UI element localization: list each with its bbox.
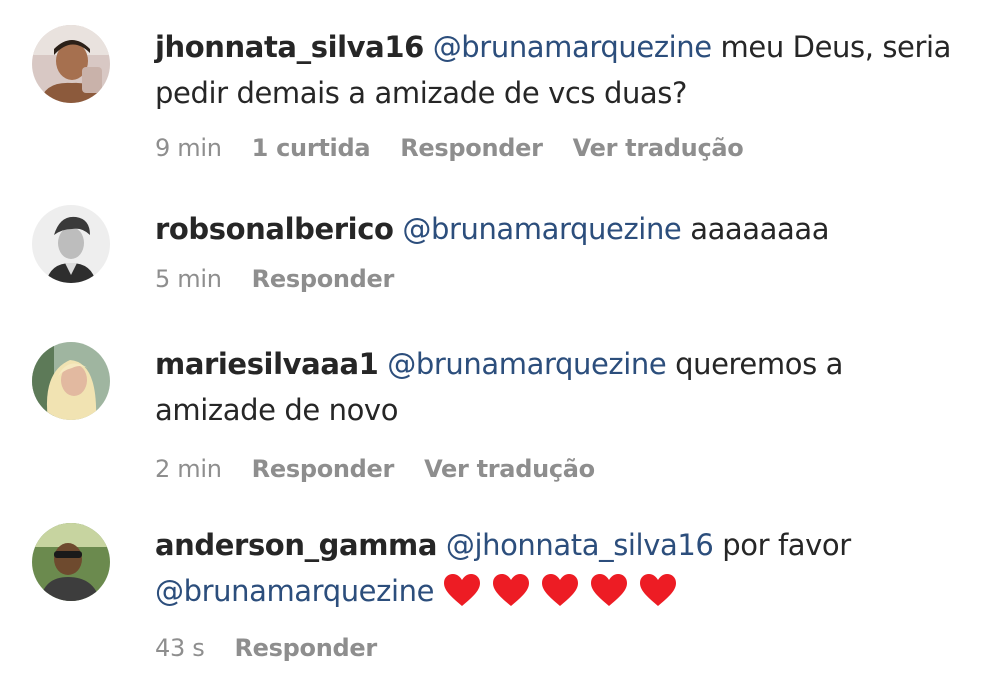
heart-icon xyxy=(493,574,530,607)
mention-link[interactable]: @jhonnata_silva16 xyxy=(446,528,714,562)
comment-username[interactable]: jhonnata_silva16 xyxy=(155,30,424,64)
mention-link[interactable]: @brunamarquezine xyxy=(402,212,681,246)
heart-icon xyxy=(542,574,579,607)
heart-icon xyxy=(640,574,677,607)
mention-link[interactable]: @brunamarquezine xyxy=(433,30,712,64)
comments-list: jhonnata_silva16 @brunamarquezine meu De… xyxy=(0,0,984,675)
avatar[interactable] xyxy=(32,523,110,601)
comment-text-part: aaaaaaaa xyxy=(681,212,830,246)
heart-icon xyxy=(444,574,481,607)
avatar[interactable] xyxy=(32,205,110,283)
comment-username[interactable]: anderson_gamma xyxy=(155,528,437,562)
reply-button[interactable]: Responder xyxy=(234,631,377,665)
comment-text: robsonalberico @brunamarquezine aaaaaaaa xyxy=(155,206,968,252)
comment-timestamp: 2 min xyxy=(155,455,222,483)
comment-text: anderson_gamma @jhonnata_silva16 por fav… xyxy=(155,522,968,614)
comment-text-part: amizade de novo xyxy=(155,393,399,427)
mention-link[interactable]: @brunamarquezine xyxy=(387,347,666,381)
comment-meta: 43 s Responder xyxy=(155,631,968,665)
comment-meta: 5 min Responder xyxy=(155,262,968,296)
comment-timestamp: 9 min xyxy=(155,134,222,162)
comment-text-part: pedir demais a amizade de vcs duas? xyxy=(155,76,688,110)
comment-text-part: meu Deus, seria xyxy=(711,30,952,64)
translate-button[interactable]: Ver tradução xyxy=(424,452,595,486)
avatar[interactable] xyxy=(32,25,110,103)
comment-meta: 2 min Responder Ver tradução xyxy=(155,452,968,486)
translate-button[interactable]: Ver tradução xyxy=(573,131,744,165)
comment-text-part: queremos a xyxy=(666,347,843,381)
heart-icon xyxy=(591,574,628,607)
comment-text: mariesilvaaa1 @brunamarquezine queremos … xyxy=(155,341,968,433)
comment-username[interactable]: mariesilvaaa1 xyxy=(155,347,379,381)
avatar[interactable] xyxy=(32,342,110,420)
comment-timestamp: 43 s xyxy=(155,634,205,662)
comment-timestamp: 5 min xyxy=(155,265,222,293)
comment-text: jhonnata_silva16 @brunamarquezine meu De… xyxy=(155,24,968,116)
likes-count[interactable]: 1 curtida xyxy=(252,131,371,165)
reply-button[interactable]: Responder xyxy=(252,262,395,296)
hearts-emoji-group xyxy=(444,574,677,607)
comment-meta: 9 min 1 curtida Responder Ver tradução xyxy=(155,131,968,165)
reply-button[interactable]: Responder xyxy=(400,131,543,165)
mention-link[interactable]: @brunamarquezine xyxy=(155,574,434,608)
comment-text-part: por favor xyxy=(713,528,851,562)
comment-username[interactable]: robsonalberico xyxy=(155,212,394,246)
reply-button[interactable]: Responder xyxy=(252,452,395,486)
